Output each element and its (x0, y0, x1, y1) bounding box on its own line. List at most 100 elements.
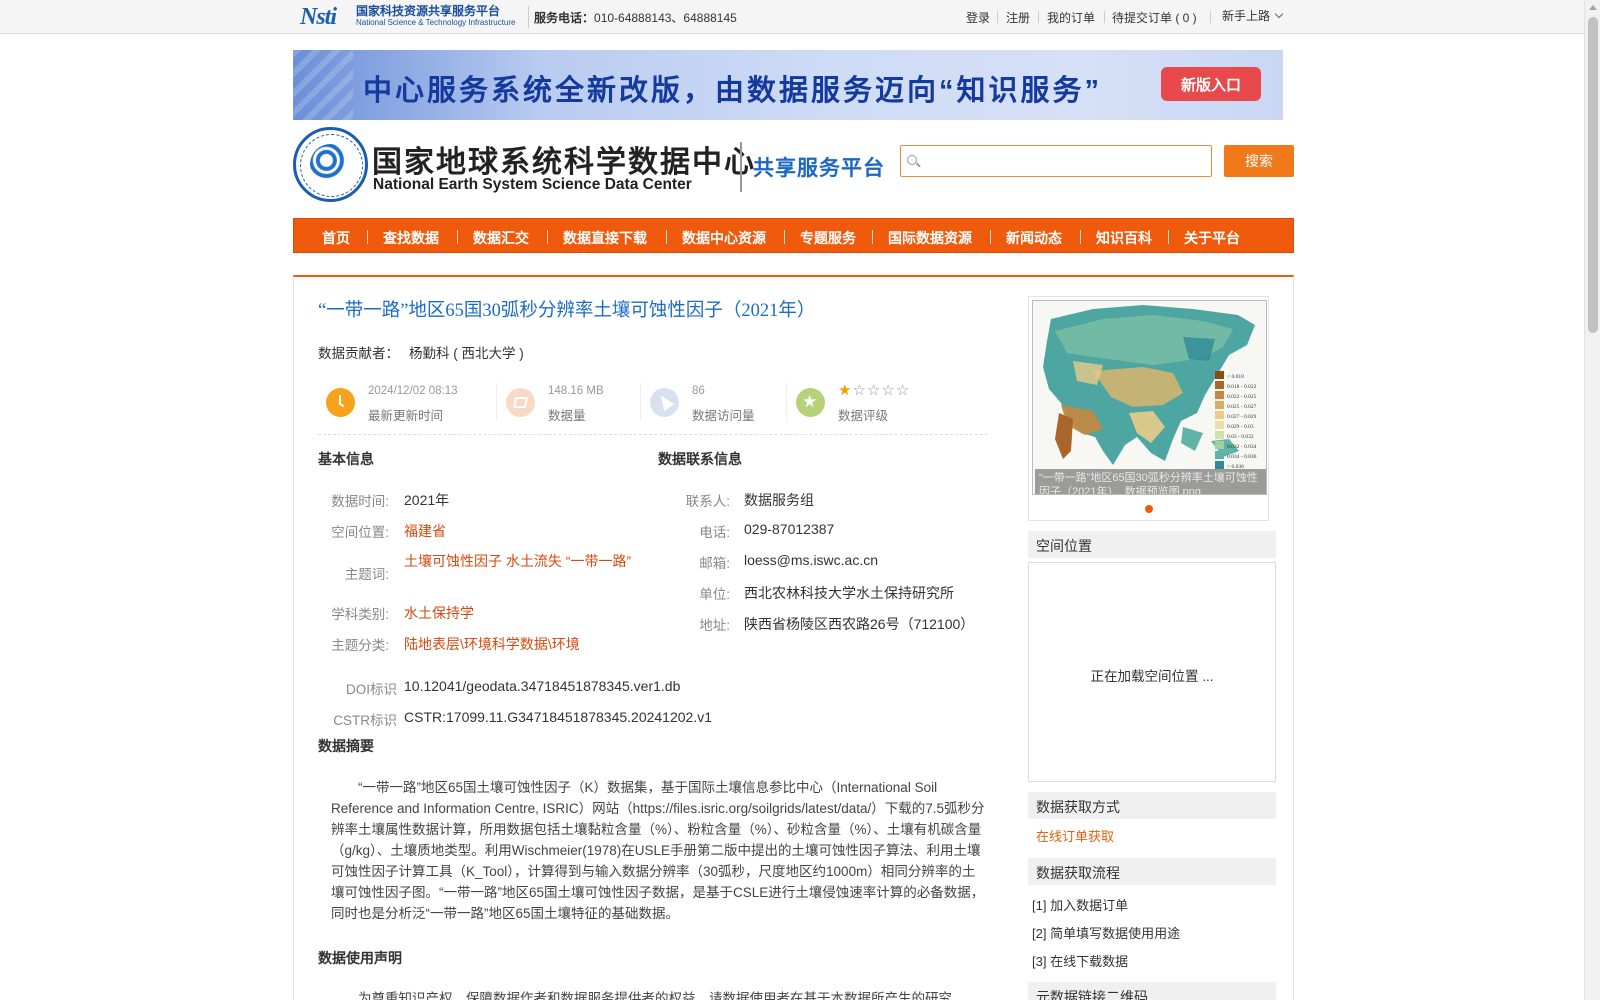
clock-icon (326, 388, 355, 417)
main-nav: 首页 查找数据 数据汇交 数据直接下载 数据中心资源 专题服务 国际数据资源 新… (293, 218, 1294, 253)
email-label: 邮箱: (699, 556, 730, 571)
discipline-link[interactable]: 水土保持学 (404, 603, 474, 623)
spatial-location-link[interactable]: 福建省 (404, 521, 446, 541)
contributor-name: 杨勤科 ( 西北大学 ) (409, 346, 524, 361)
dataset-stats: 2024/12/02 08:13 最新更新时间 148.16 MB 数据量 86… (318, 377, 988, 435)
announcement-banner[interactable]: 中心服务系统全新改版，由数据服务迈向“知识服务” 新版入口 (293, 50, 1283, 120)
usage-text: 为尊重知识产权、保障数据作者和数据服务提供者的权益，请数据使用者在基于本数据所产… (358, 991, 952, 1000)
nav-topic-services[interactable]: 专题服务 (800, 228, 856, 248)
nav-news[interactable]: 新闻动态 (1006, 228, 1062, 248)
contact-org: 西北农林科技大学水土保持研究所 (744, 585, 954, 601)
my-orders-link[interactable]: 我的订单 (1047, 9, 1095, 26)
divider (528, 6, 529, 28)
legend-swatch (1215, 461, 1224, 469)
cursor-icon (650, 388, 679, 417)
preview-carousel: < 0.018 0.018 - 0.022 0.022 - 0.025 0.025 -… (1028, 296, 1269, 521)
legend-label: 0.025 - 0.027 (1227, 404, 1257, 410)
contact-phone: 029-87012387 (744, 521, 835, 537)
contact-address: 陕西省杨陵区西农路26号（712100） (744, 616, 975, 632)
center-name-cn: 国家地球系统科学数据中心 (372, 146, 756, 179)
scroll-up-arrow[interactable] (1589, 5, 1597, 10)
basic-info-heading: 基本信息 (318, 451, 374, 467)
abstract-heading: 数据摘要 (318, 738, 374, 754)
nav-home[interactable]: 首页 (322, 228, 350, 248)
register-link[interactable]: 注册 (1006, 9, 1030, 26)
divider (1080, 230, 1081, 244)
legend-label: 0.032 - 0.034 (1227, 444, 1257, 450)
discipline-label: 学科类别: (331, 607, 389, 622)
search-button[interactable]: 搜索 (1224, 145, 1294, 177)
pending-orders-link[interactable]: 待提交订单 ( 0 ) (1112, 9, 1197, 26)
divider (990, 230, 991, 244)
star-empty-icon: ☆ (852, 382, 867, 399)
guide-dropdown[interactable]: 新手上路 (1222, 7, 1284, 24)
legend-label: 0.03 - 0.032 (1227, 434, 1254, 440)
login-link[interactable]: 登录 (966, 9, 990, 26)
phone-label: 电话: (699, 525, 730, 540)
nav-about[interactable]: 关于平台 (1184, 228, 1240, 248)
guide-label: 新手上路 (1222, 9, 1271, 23)
search-box (900, 145, 1212, 177)
nsti-logo-cn: 国家科技资源共享服务平台 (356, 4, 501, 18)
legend-label: 0.027 - 0.029 (1227, 414, 1257, 420)
preview-image[interactable]: < 0.018 0.018 - 0.022 0.022 - 0.025 0.025 -… (1032, 300, 1267, 495)
stat-visits: 86 数据访问量 (642, 377, 782, 425)
nav-direct-download[interactable]: 数据直接下载 (563, 228, 647, 248)
nav-data-submit[interactable]: 数据汇交 (473, 228, 529, 248)
legend-label: 0.034 - 0.036 (1227, 454, 1257, 460)
nav-international[interactable]: 国际数据资源 (888, 228, 972, 248)
new-version-button[interactable]: 新版入口 (1161, 67, 1261, 101)
service-hotline: 服务电话：010-64888143、64888145 (534, 11, 737, 25)
divider (640, 383, 641, 421)
spatial-heading: 空间位置 (1028, 531, 1276, 558)
process-step: [3] 在线下载数据 (1032, 954, 1129, 969)
org-label: 单位: (699, 587, 730, 602)
access-heading: 数据获取方式 (1028, 792, 1276, 819)
keywords-link[interactable]: 土壤可蚀性因子 水土流失 “一带一路” (404, 551, 634, 571)
nav-find-data[interactable]: 查找数据 (383, 228, 439, 248)
scrollbar[interactable] (1584, 0, 1600, 1000)
divider (1104, 11, 1105, 23)
star-empty-icon: ☆ (866, 382, 882, 399)
divider (784, 230, 785, 244)
legend-label: 0.029 - 0.03 (1227, 424, 1254, 430)
abstract-text: “一带一路”地区65国土壤可蚀性因子（K）数据集，基于国际土壤信息参比中心（In… (331, 780, 985, 921)
location-label: 空间位置: (331, 525, 389, 540)
scroll-thumb[interactable] (1588, 17, 1598, 333)
contact-heading: 数据联系信息 (658, 451, 742, 467)
legend-swatch (1215, 391, 1224, 399)
process-step: [1] 加入数据订单 (1032, 898, 1129, 913)
cstr-value: CSTR:17099.11.G34718451878345.20241202.v… (404, 709, 712, 725)
top-bar: Nsti 国家科技资源共享服务平台 National Science & Tec… (0, 0, 1584, 34)
divider (496, 383, 497, 421)
center-logo-emblem[interactable] (293, 127, 368, 202)
header-divider (740, 142, 742, 192)
cstr-label: CSTR标识 (333, 713, 397, 728)
star-empty-icon: ☆ (881, 382, 896, 399)
map-loading-text: 正在加载空间位置 ... (1090, 669, 1214, 684)
nsti-logo[interactable]: Nsti 国家科技资源共享服务平台 National Science & Tec… (300, 3, 524, 31)
preview-map-graphic: < 0.018 0.018 - 0.022 0.022 - 0.025 0.025 -… (1033, 301, 1266, 494)
legend-swatch (1215, 381, 1224, 389)
stat-size: 148.16 MB 数据量 (498, 377, 638, 425)
preview-caption: “一带一路”地区65国30弧秒分辨率土壤可蚀性因子（2021年）_数据预览图.p… (1035, 469, 1266, 494)
nav-center-resources[interactable]: 数据中心资源 (682, 228, 766, 248)
stat-rating: ★ ★☆☆☆☆ 数据评级 (788, 377, 958, 425)
nsti-logo-en: National Science & Technology Infrastruc… (356, 18, 516, 27)
carousel-dot[interactable] (1145, 505, 1153, 513)
star-empty-icon: ☆ (895, 382, 911, 399)
search-input[interactable] (923, 148, 1205, 174)
process-heading: 数据获取流程 (1028, 858, 1276, 885)
divider (547, 230, 548, 244)
qr-heading: 元数据链接二维码 (1028, 982, 1276, 1000)
nav-encyclopedia[interactable]: 知识百科 (1096, 228, 1152, 248)
spatial-map[interactable]: 正在加载空间位置 ... (1028, 562, 1276, 782)
online-order-link[interactable]: 在线订单获取 (1036, 826, 1114, 845)
divider (1038, 11, 1039, 23)
category-link[interactable]: 陆地表层\环境科学数据\环境 (404, 634, 580, 654)
legend-label: 0.018 - 0.022 (1227, 384, 1257, 390)
legend-swatch (1215, 451, 1224, 459)
keywords-label: 主题词: (344, 567, 389, 582)
usage-heading: 数据使用声明 (318, 950, 402, 966)
star-icon: ★ (796, 388, 825, 417)
